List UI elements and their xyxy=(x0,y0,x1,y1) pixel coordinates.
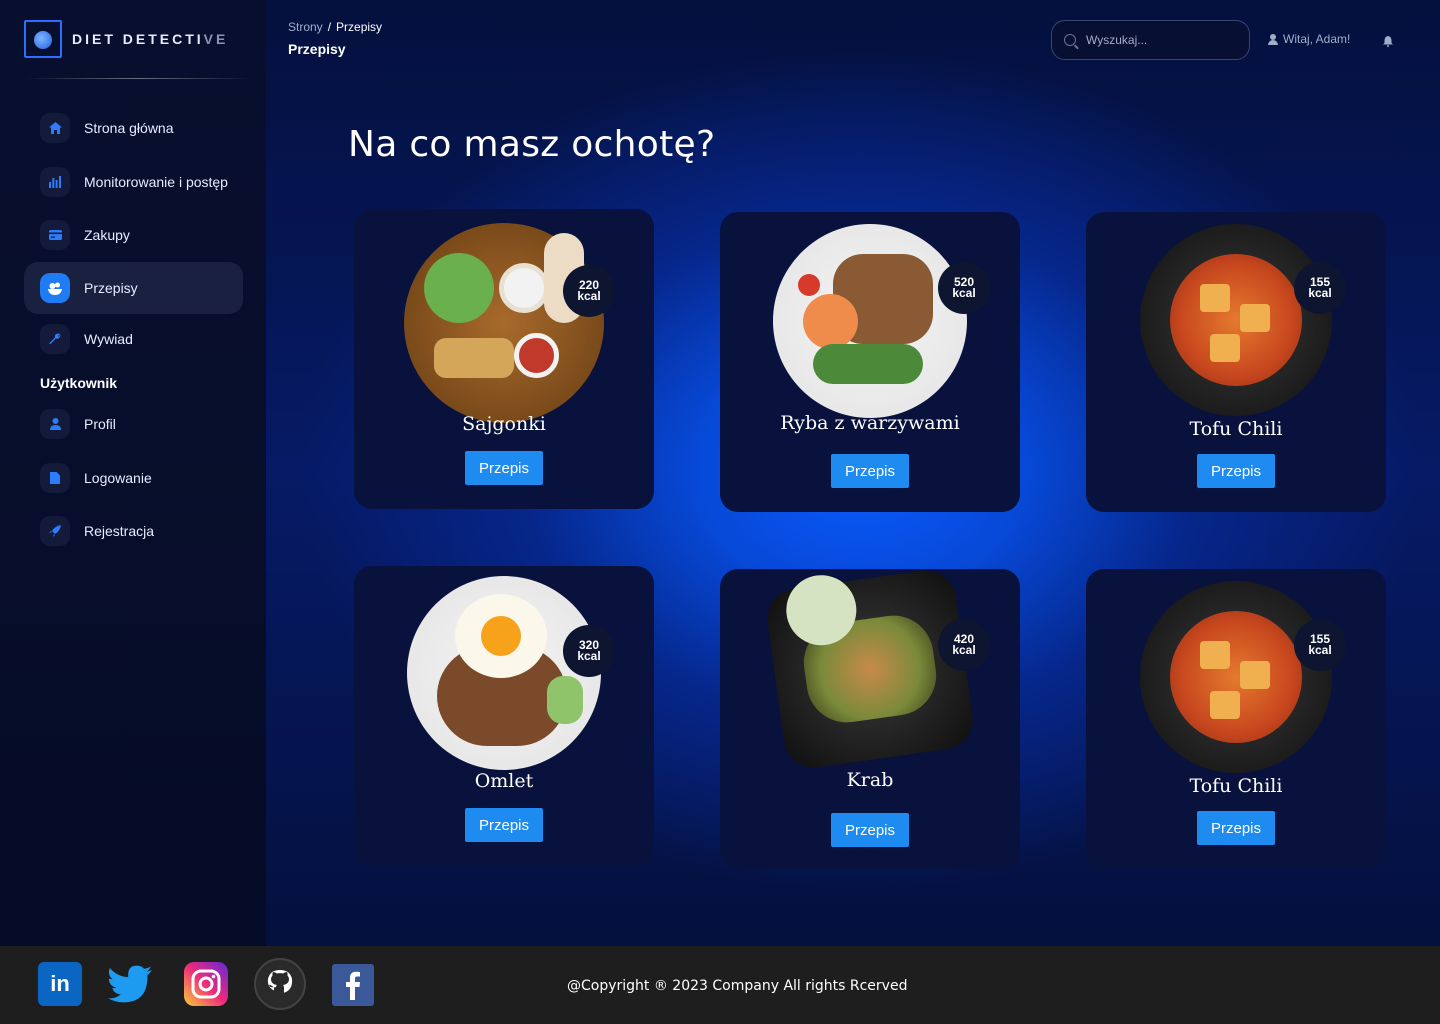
fish-with-vegetables-image xyxy=(773,224,967,418)
recipe-name: Krab xyxy=(846,769,894,791)
kcal-badge: 155 kcal xyxy=(1294,262,1346,314)
sidebar-item-label: Rejestracja xyxy=(84,523,155,539)
sidebar-item-label: Profil xyxy=(84,416,116,432)
twitter-icon[interactable] xyxy=(108,962,152,1006)
sidebar-item-register[interactable]: Rejestracja xyxy=(24,505,243,557)
tofu-chili-image xyxy=(1140,581,1332,773)
sidebar-item-label: Monitorowanie i postęp xyxy=(84,174,228,190)
search-box[interactable] xyxy=(1051,20,1250,60)
brand-logo[interactable]: DIET DETECTIVE xyxy=(24,20,228,58)
person-icon xyxy=(40,409,70,439)
bell-icon[interactable] xyxy=(1383,34,1393,47)
crab-salad-image xyxy=(763,566,977,772)
sidebar-item-shopping[interactable]: Zakupy xyxy=(24,209,243,261)
sidebar-item-monitoring[interactable]: Monitorowanie i postęp xyxy=(24,156,243,208)
linkedin-icon[interactable]: in xyxy=(38,962,82,1006)
recipe-card[interactable]: 420 kcal Krab Przepis xyxy=(720,566,1020,869)
sidebar-item-interview[interactable]: Wywiad xyxy=(24,313,243,365)
sidebar-item-label: Przepisy xyxy=(84,280,138,296)
kcal-badge: 420 kcal xyxy=(938,619,990,671)
sidebar-item-label: Logowanie xyxy=(84,470,152,486)
recipe-button[interactable]: Przepis xyxy=(1197,454,1275,488)
sidebar-item-label: Wywiad xyxy=(84,331,133,347)
recipe-name: Tofu Chili xyxy=(1189,418,1283,440)
sidebar-item-recipes[interactable]: Przepisy xyxy=(24,262,243,314)
apple-logo-icon xyxy=(24,20,62,58)
kcal-badge: 220 kcal xyxy=(563,265,615,317)
home-icon xyxy=(40,113,70,143)
search-input[interactable] xyxy=(1086,33,1226,47)
rocket-icon xyxy=(40,516,70,546)
recipe-card[interactable]: 220 kcal Sajgonki Przepis xyxy=(354,209,654,509)
breadcrumb-current: Przepisy xyxy=(336,20,383,34)
spring-rolls-image xyxy=(404,223,604,423)
recipe-card[interactable]: 520 kcal Ryba z warzywami Przepis xyxy=(720,212,1020,512)
recipe-name: Omlet xyxy=(474,770,534,792)
recipes-icon xyxy=(40,273,70,303)
page-title: Przepisy xyxy=(288,41,346,57)
recipe-name: Tofu Chili xyxy=(1189,775,1283,797)
search-icon xyxy=(1064,34,1076,46)
github-icon[interactable] xyxy=(254,958,306,1010)
kcal-badge: 155 kcal xyxy=(1294,619,1346,671)
kcal-badge: 520 kcal xyxy=(938,262,990,314)
chart-icon xyxy=(40,167,70,197)
user-greeting[interactable]: Witaj, Adam! xyxy=(1268,32,1350,46)
recipe-name: Sajgonki xyxy=(462,413,546,435)
card-icon xyxy=(40,220,70,250)
omelette-image xyxy=(407,576,601,770)
recipe-button[interactable]: Przepis xyxy=(831,813,909,847)
brand-name: DIET DETECTIVE xyxy=(72,31,229,47)
instagram-icon[interactable] xyxy=(184,962,228,1006)
breadcrumb-root[interactable]: Strony xyxy=(288,20,323,34)
sidebar-item-profile[interactable]: Profil xyxy=(24,398,243,450)
recipe-card[interactable]: 155 kcal Tofu Chili Przepis xyxy=(1086,569,1386,869)
recipe-name: Ryba z warzywami xyxy=(780,412,960,434)
recipe-button[interactable]: Przepis xyxy=(1197,811,1275,845)
sidebar-item-home[interactable]: Strona główna xyxy=(24,102,243,154)
sidebar-item-label: Strona główna xyxy=(84,120,174,136)
breadcrumb: Strony / Przepisy xyxy=(288,20,383,34)
main-heading: Na co masz ochotę? xyxy=(348,124,716,165)
sidebar-item-label: Zakupy xyxy=(84,227,130,243)
tofu-chili-image xyxy=(1140,224,1332,416)
sidebar: DIET DETECTIVE Strona główna Monitorowan… xyxy=(0,0,266,946)
copyright-text: @Copyright ® 2023 Company All rights Rce… xyxy=(567,978,908,994)
user-icon xyxy=(1268,33,1278,45)
recipe-card[interactable]: 320 kcal Omlet Przepis xyxy=(354,566,654,866)
document-icon xyxy=(40,463,70,493)
divider xyxy=(24,78,252,79)
facebook-icon[interactable] xyxy=(332,964,374,1006)
sidebar-item-login[interactable]: Logowanie xyxy=(24,452,243,504)
wrench-icon xyxy=(40,324,70,354)
recipe-button[interactable]: Przepis xyxy=(465,451,543,485)
recipe-button[interactable]: Przepis xyxy=(465,808,543,842)
recipe-card[interactable]: 155 kcal Tofu Chili Przepis xyxy=(1086,212,1386,512)
kcal-badge: 320 kcal xyxy=(563,625,615,677)
greeting-text: Witaj, Adam! xyxy=(1283,32,1351,46)
section-heading-user: Użytkownik xyxy=(40,375,118,391)
recipe-button[interactable]: Przepis xyxy=(831,454,909,488)
